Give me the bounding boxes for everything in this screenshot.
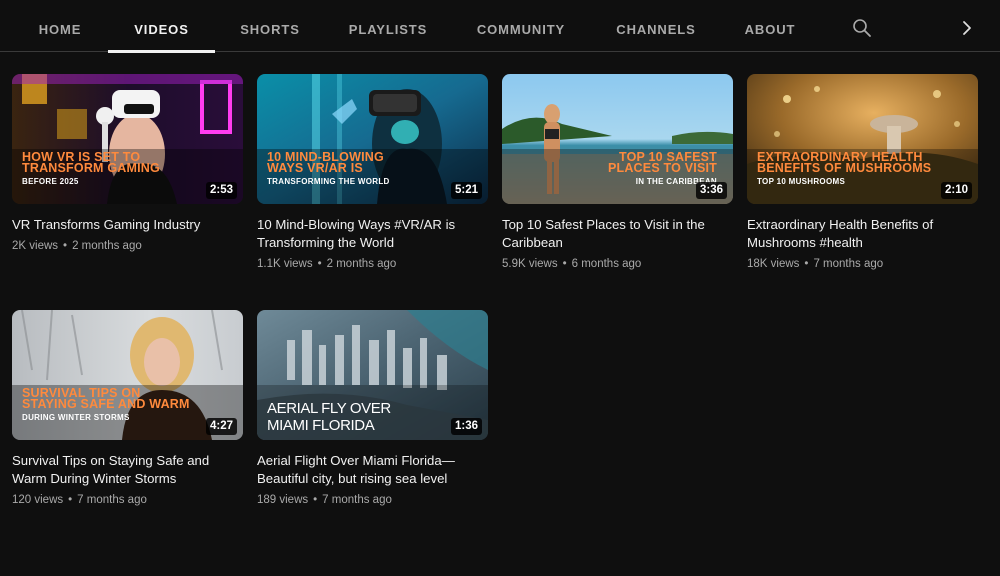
meta-separator: •: [317, 258, 322, 270]
search-icon[interactable]: [852, 18, 872, 38]
video-meta: 1.1K views • 2 months ago: [257, 257, 488, 271]
view-count: 189 views: [257, 494, 309, 506]
duration-badge: 5:21: [450, 182, 482, 199]
video-card[interactable]: EXTRAORDINARY HEALTH BENEFITS OF MUSHROO…: [747, 74, 978, 271]
video-title[interactable]: VR Transforms Gaming Industry: [12, 216, 240, 234]
view-count: 5.9K views: [502, 258, 558, 270]
tab-about[interactable]: ABOUT: [740, 0, 800, 52]
video-meta: 18K views • 7 months ago: [747, 257, 978, 271]
video-card[interactable]: SURVIVAL TIPS ON STAYING SAFE AND WARM D…: [12, 310, 243, 507]
video-meta: 2K views • 2 months ago: [12, 239, 243, 253]
upload-age: 6 months ago: [571, 258, 642, 270]
duration-badge: 2:10: [940, 182, 972, 199]
video-thumbnail[interactable]: TOP 10 SAFEST PLACES TO VISIT IN THE CAR…: [502, 74, 733, 204]
upload-age: 2 months ago: [326, 258, 397, 270]
video-thumbnail[interactable]: AERIAL FLY OVER MIAMI FLORIDA 1:36: [257, 310, 488, 440]
meta-separator: •: [313, 494, 318, 506]
tab-videos[interactable]: VIDEOS: [108, 0, 215, 53]
thumbnail-overlay-text: AERIAL FLY OVER MIAMI FLORIDA: [267, 400, 391, 434]
chevron-right-icon[interactable]: [957, 18, 977, 38]
thumbnail-overlay-text: 10 MIND-BLOWING WAYS VR/AR IS TRANSFORMI…: [267, 150, 390, 186]
video-title[interactable]: Top 10 Safest Places to Visit in the Car…: [502, 216, 730, 252]
meta-separator: •: [562, 258, 567, 270]
view-count: 120 views: [12, 494, 64, 506]
channel-tab-bar: HOME VIDEOS SHORTS PLAYLISTS COMMUNITY C…: [0, 0, 1000, 53]
video-card[interactable]: HOW VR IS SET TO TRANSFORM GAMING BEFORE…: [12, 74, 243, 253]
tab-playlists[interactable]: PLAYLISTS: [343, 0, 433, 52]
tab-shorts[interactable]: SHORTS: [234, 0, 306, 52]
tab-channels[interactable]: CHANNELS: [610, 0, 702, 52]
tab-community[interactable]: COMMUNITY: [470, 0, 572, 52]
meta-separator: •: [68, 494, 73, 506]
upload-age: 7 months ago: [322, 494, 392, 506]
thumbnail-overlay-text: SURVIVAL TIPS ON STAYING SAFE AND WARM D…: [22, 386, 190, 422]
view-count: 1.1K views: [257, 258, 313, 270]
video-card[interactable]: 10 MIND-BLOWING WAYS VR/AR IS TRANSFORMI…: [257, 74, 488, 271]
video-title[interactable]: 10 Mind-Blowing Ways #VR/AR is Transform…: [257, 216, 485, 252]
video-title[interactable]: Aerial Flight Over Miami Florida—Beautif…: [257, 452, 485, 488]
thumbnail-overlay-text: TOP 10 SAFEST PLACES TO VISIT IN THE CAR…: [607, 150, 717, 186]
duration-badge: 2:53: [205, 182, 237, 199]
view-count: 2K views: [12, 240, 59, 252]
meta-separator: •: [804, 258, 809, 270]
video-thumbnail[interactable]: HOW VR IS SET TO TRANSFORM GAMING BEFORE…: [12, 74, 243, 204]
video-title[interactable]: Extraordinary Health Benefits of Mushroo…: [747, 216, 975, 252]
view-count: 18K views: [747, 258, 800, 270]
video-thumbnail[interactable]: EXTRAORDINARY HEALTH BENEFITS OF MUSHROO…: [747, 74, 978, 204]
video-thumbnail[interactable]: 10 MIND-BLOWING WAYS VR/AR IS TRANSFORMI…: [257, 74, 488, 204]
video-thumbnail[interactable]: SURVIVAL TIPS ON STAYING SAFE AND WARM D…: [12, 310, 243, 440]
video-card[interactable]: AERIAL FLY OVER MIAMI FLORIDA 1:36 Aeria…: [257, 310, 488, 507]
video-title[interactable]: Survival Tips on Staying Safe and Warm D…: [12, 452, 240, 488]
video-card[interactable]: TOP 10 SAFEST PLACES TO VISIT IN THE CAR…: [502, 74, 733, 271]
video-meta: 120 views • 7 months ago: [12, 493, 243, 507]
meta-separator: •: [63, 240, 68, 252]
thumbnail-overlay-text: HOW VR IS SET TO TRANSFORM GAMING BEFORE…: [22, 150, 160, 186]
duration-badge: 4:27: [205, 418, 237, 435]
upload-age: 7 months ago: [77, 494, 147, 506]
thumbnail-overlay-text: EXTRAORDINARY HEALTH BENEFITS OF MUSHROO…: [757, 150, 932, 186]
video-meta: 5.9K views • 6 months ago: [502, 257, 733, 271]
duration-badge: 3:36: [695, 182, 727, 199]
upload-age: 2 months ago: [72, 240, 142, 252]
video-meta: 189 views • 7 months ago: [257, 493, 488, 507]
duration-badge: 1:36: [450, 418, 482, 435]
upload-age: 7 months ago: [813, 258, 884, 270]
tab-home[interactable]: HOME: [30, 0, 90, 52]
